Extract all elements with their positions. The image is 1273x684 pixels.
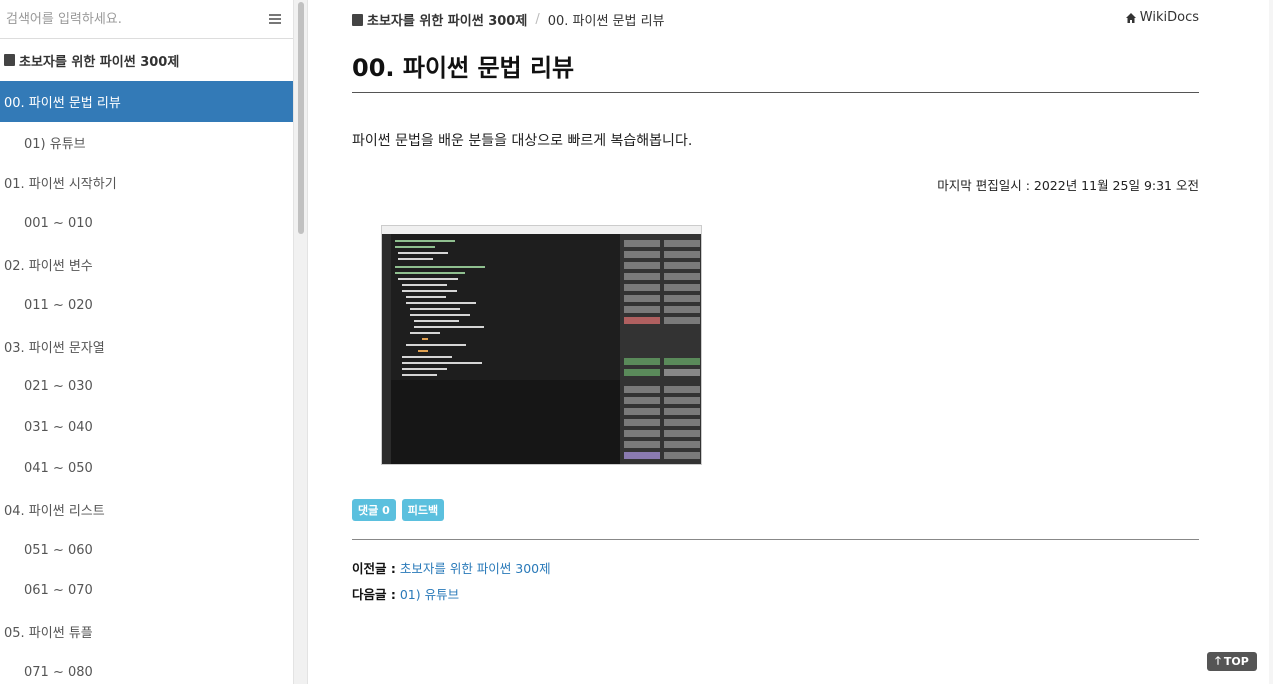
footer-divider (352, 539, 1199, 540)
sidebar-scrollbar[interactable] (293, 0, 308, 684)
sidebar-nav-item[interactable]: 01. 파이썬 시작하기 (0, 163, 293, 204)
arrow-up-icon: 🡑 (1215, 654, 1221, 667)
sidebar-book-title-label: 초보자를 위한 파이썬 300제 (19, 54, 180, 70)
intro-text: 파이썬 문법을 배운 분들을 대상으로 빠르게 복습해봅니다. (352, 133, 693, 149)
sidebar-nav-item[interactable]: 00. 파이썬 문법 리뷰 (0, 81, 293, 122)
wikidocs-home-link[interactable]: WikiDocs (1125, 10, 1199, 25)
sidebar-scrollbar-thumb[interactable] (298, 2, 304, 234)
next-link[interactable]: 01) 유튜브 (400, 587, 459, 602)
badge-group: 댓글 0 피드백 (352, 499, 445, 521)
wikidocs-label[interactable]: WikiDocs (1140, 10, 1199, 25)
editor-screenshot-image (381, 225, 702, 465)
breadcrumb-separator: / (535, 12, 540, 27)
sidebar-book-title[interactable]: 초보자를 위한 파이썬 300제 (0, 39, 293, 81)
page-scrollbar[interactable] (1269, 0, 1273, 684)
sidebar-nav-item[interactable]: 05. 파이썬 튜플 (0, 611, 293, 652)
next-article: 다음글 : 01) 유튜브 (352, 584, 459, 603)
book-icon (352, 13, 363, 26)
sidebar-nav-item[interactable]: 031 ~ 040 (0, 407, 293, 448)
page-title: 00. 파이썬 문법 리뷰 (352, 54, 575, 82)
book-icon (4, 54, 15, 66)
breadcrumb-current: 00. 파이썬 문법 리뷰 (547, 14, 665, 29)
back-to-top-button[interactable]: 🡑 TOP (1207, 652, 1257, 671)
prev-article: 이전글 : 초보자를 위한 파이썬 300제 (352, 558, 551, 577)
sidebar-nav-item[interactable]: 071 ~ 080 (0, 652, 293, 684)
last-edited: 마지막 편집일시 : 2022년 11월 25일 9:31 오전 (937, 178, 1199, 193)
breadcrumb-book-label[interactable]: 초보자를 위한 파이썬 300제 (367, 10, 527, 29)
editor-screenshot-graphic (382, 226, 701, 464)
search-input[interactable] (4, 10, 269, 28)
breadcrumb: 초보자를 위한 파이썬 300제 / 00. 파이썬 문법 리뷰 (352, 10, 1199, 29)
feedback-badge[interactable]: 피드백 (401, 499, 445, 521)
sidebar-nav-item[interactable]: 021 ~ 030 (0, 367, 293, 408)
top-label[interactable]: TOP (1224, 655, 1249, 668)
prev-label: 이전글 : (352, 561, 396, 576)
sidebar-nav-item[interactable]: 061 ~ 070 (0, 571, 293, 612)
breadcrumb-book[interactable]: 초보자를 위한 파이썬 300제 (352, 10, 527, 29)
sidebar-nav-item[interactable]: 02. 파이썬 변수 (0, 244, 293, 285)
sidebar: 초보자를 위한 파이썬 300제 00. 파이썬 문법 리뷰01) 유튜브01.… (0, 0, 293, 684)
sidebar-nav-item[interactable]: 001 ~ 010 (0, 203, 293, 244)
sidebar-nav-item[interactable]: 03. 파이썬 문자열 (0, 326, 293, 367)
sidebar-nav-item[interactable]: 051 ~ 060 (0, 530, 293, 571)
home-icon (1125, 12, 1136, 23)
sidebar-nav-item[interactable]: 01) 유튜브 (0, 122, 293, 163)
comments-badge[interactable]: 댓글 0 (352, 499, 396, 521)
search-bar (0, 0, 293, 39)
next-label: 다음글 : (352, 587, 396, 602)
hamburger-menu-icon[interactable] (269, 14, 281, 24)
sidebar-nav-item[interactable]: 011 ~ 020 (0, 285, 293, 326)
title-divider (352, 92, 1199, 93)
sidebar-nav: 00. 파이썬 문법 리뷰 01) 유튜브 01. 파이썬 시작하기 001 ~ 01… (0, 81, 293, 684)
prev-link[interactable]: 초보자를 위한 파이썬 300제 (400, 561, 551, 576)
sidebar-nav-item[interactable]: 04. 파이썬 리스트 (0, 489, 293, 530)
sidebar-nav-item[interactable]: 041 ~ 050 (0, 448, 293, 489)
